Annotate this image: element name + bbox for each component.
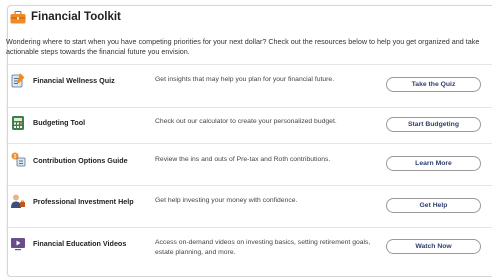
row-title: Financial Wellness Quiz [33, 76, 115, 85]
quiz-icon [10, 72, 26, 88]
row-description: Check out our calculator to create your … [155, 118, 337, 125]
guide-icon: $ [10, 151, 26, 167]
row-title: Contribution Options Guide [33, 156, 128, 165]
calculator-icon [10, 115, 26, 131]
svg-text:$: $ [14, 154, 17, 160]
list-item: Budgeting Tool Check out our calculator … [0, 107, 492, 139]
row-title: Professional Investment Help [33, 197, 134, 206]
take-quiz-button[interactable]: Take the Quiz [386, 77, 481, 92]
row-description: Get insights that may help you plan for … [155, 76, 335, 83]
row-description: Review the ins and outs of Pre-tax and R… [155, 156, 331, 163]
page-title: Financial Toolkit [31, 11, 121, 23]
list-item: Financial Wellness Quiz Get insights tha… [0, 64, 492, 96]
briefcase-icon [10, 10, 26, 24]
intro-text: Wondering where to start when you have c… [6, 37, 480, 56]
list-item: Professional Investment Help Get help in… [0, 185, 492, 217]
start-budgeting-button[interactable]: Start Budgeting [386, 117, 481, 132]
learn-more-button[interactable]: Learn More [386, 156, 481, 171]
advisor-icon [10, 193, 26, 209]
list-item: $ Contribution Options Guide Review the … [0, 143, 492, 175]
watch-now-button[interactable]: Watch Now [386, 239, 481, 254]
get-help-button[interactable]: Get Help [386, 198, 481, 213]
row-description: Access on-demand videos on investing bas… [155, 239, 371, 256]
card-header: Financial Toolkit [10, 8, 121, 26]
row-title: Financial Education Videos [33, 239, 127, 248]
video-icon [10, 236, 26, 252]
row-title: Budgeting Tool [33, 118, 86, 127]
row-description: Get help investing your money with confi… [155, 197, 298, 204]
list-item: Financial Education Videos Access on-dem… [0, 227, 492, 259]
